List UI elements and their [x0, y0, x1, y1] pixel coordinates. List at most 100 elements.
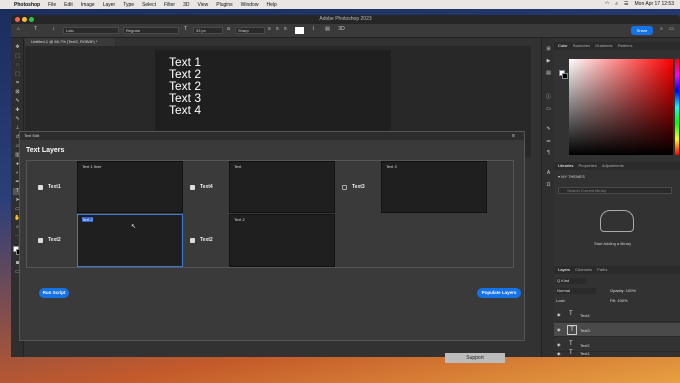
- canvas-text-line[interactable]: Text 4: [169, 104, 391, 116]
- support-label[interactable]: Support: [445, 353, 505, 363]
- eye-icon[interactable]: ◉: [557, 327, 561, 332]
- tab-gradients[interactable]: Gradients: [595, 43, 612, 48]
- layer-text-input[interactable]: Text 1 fixer: [77, 161, 183, 213]
- search-icon[interactable]: ⌕: [615, 1, 618, 7]
- color-background-swatch[interactable]: [562, 73, 568, 79]
- tab-properties[interactable]: Properties: [578, 163, 596, 168]
- layer-text-input-focused[interactable]: Text 2: [77, 214, 183, 267]
- layer-name[interactable]: Text1: [580, 351, 590, 356]
- layer-text-input[interactable]: Text 3: [381, 161, 487, 213]
- layer-checkbox[interactable]: [190, 238, 195, 243]
- menu-window[interactable]: Window: [241, 2, 259, 8]
- layer-checkbox[interactable]: [38, 185, 43, 190]
- layer-kind-filter[interactable]: Q Kind: [556, 278, 586, 284]
- eye-icon[interactable]: ◉: [557, 342, 561, 347]
- layer-row[interactable]: ◉ T Text3: [554, 323, 680, 337]
- adjustments-icon[interactable]: ⚌: [544, 138, 553, 145]
- hue-slider[interactable]: [675, 59, 679, 155]
- font-style-select[interactable]: Regular: [123, 27, 179, 34]
- tab-libraries[interactable]: Libraries: [558, 163, 573, 168]
- close-icon[interactable]: [15, 17, 20, 22]
- tab-adjustments[interactable]: Adjustments: [602, 163, 624, 168]
- zoom-icon[interactable]: [29, 17, 34, 22]
- history-icon[interactable]: ⊞: [544, 46, 553, 53]
- antialias-select[interactable]: Sharp: [235, 27, 265, 34]
- healing-brush-icon[interactable]: ✚: [13, 107, 22, 114]
- text-edit-panel-tab[interactable]: Text Edit: [20, 132, 524, 140]
- brush-settings-icon[interactable]: ✎: [544, 126, 553, 133]
- menu-filter[interactable]: Filter: [164, 2, 175, 8]
- opacity-control[interactable]: Opacity: 100%: [610, 288, 636, 293]
- menu-image[interactable]: Image: [81, 2, 95, 8]
- menu-edit[interactable]: Edit: [64, 2, 73, 8]
- fill-value[interactable]: 100%: [617, 298, 627, 303]
- minimize-icon[interactable]: [22, 17, 27, 22]
- canvas-text-line[interactable]: Text 1: [169, 56, 391, 68]
- marquee-tool-icon[interactable]: ⬚: [13, 53, 22, 60]
- eyedropper-icon[interactable]: ✎: [13, 98, 22, 105]
- glyphs-icon[interactable]: Ω: [544, 182, 553, 189]
- move-tool-icon[interactable]: ✥: [13, 44, 22, 51]
- menu-help[interactable]: Help: [266, 2, 276, 8]
- blend-mode-select[interactable]: Normal: [556, 288, 596, 294]
- warp-text-icon[interactable]: ⌇: [309, 26, 318, 33]
- library-search-input[interactable]: Search Current library: [558, 187, 672, 194]
- layer-name[interactable]: Text3: [580, 328, 590, 333]
- eye-icon[interactable]: ◉: [557, 312, 561, 317]
- info-icon[interactable]: ⓘ: [544, 94, 553, 101]
- text-color-swatch[interactable]: [295, 27, 304, 34]
- tab-patterns[interactable]: Patterns: [618, 43, 633, 48]
- menu-app[interactable]: Photoshop: [14, 2, 40, 8]
- menu-layer[interactable]: Layer: [103, 2, 116, 8]
- crop-tool-icon[interactable]: ⌗: [13, 80, 22, 87]
- menu-select[interactable]: Select: [142, 2, 156, 8]
- character-icon[interactable]: A: [544, 170, 553, 177]
- align-right-icon[interactable]: ≡: [281, 26, 290, 33]
- populate-layers-button[interactable]: Populate Layers: [477, 288, 521, 298]
- layer-checkbox[interactable]: [342, 185, 347, 190]
- layer-checkbox[interactable]: [38, 238, 43, 243]
- tab-color[interactable]: Color: [558, 43, 568, 48]
- menu-file[interactable]: File: [48, 2, 56, 8]
- wifi-icon[interactable]: ◠: [605, 1, 609, 7]
- eye-icon[interactable]: ◉: [557, 351, 561, 356]
- layer-row[interactable]: ◉ T Text1: [554, 350, 680, 357]
- font-size-select[interactable]: 33 px: [193, 27, 223, 34]
- layer-checkbox[interactable]: [190, 185, 195, 190]
- character-panel-icon[interactable]: ▤: [323, 26, 332, 33]
- layer-text-input[interactable]: Text 2: [229, 214, 335, 267]
- layer-row[interactable]: ◉ T Text4: [554, 308, 680, 322]
- artboard-icon[interactable]: ▤: [544, 70, 553, 77]
- run-script-button[interactable]: Run Script: [39, 288, 69, 298]
- orientation-icon[interactable]: ↕: [49, 26, 58, 33]
- type-tool-icon[interactable]: T: [31, 26, 40, 33]
- object-select-icon[interactable]: ⬚: [13, 71, 22, 78]
- document-tab[interactable]: Untitled-1 @ 66.7% (Text2, RGB/8*) *: [25, 38, 115, 46]
- library-name[interactable]: ▾ MY THEMES: [558, 174, 585, 179]
- clock[interactable]: Mon Apr 17 12:53: [635, 1, 674, 7]
- canvas-text-line[interactable]: Text 2: [169, 80, 391, 92]
- home-icon[interactable]: ⌂: [14, 26, 23, 33]
- tab-channels[interactable]: Channels: [575, 267, 592, 272]
- search-icon[interactable]: ⌕: [657, 26, 666, 33]
- brush-tool-icon[interactable]: ✎: [13, 116, 22, 123]
- comments-icon[interactable]: ▭: [544, 106, 553, 113]
- selected-text[interactable]: Text 2: [82, 217, 93, 222]
- 3d-icon[interactable]: 3D: [337, 26, 346, 33]
- workspace-icon[interactable]: ▭: [667, 26, 676, 33]
- opacity-value[interactable]: 100%: [626, 288, 636, 293]
- layer-text-input[interactable]: Text: [229, 161, 335, 213]
- frame-tool-icon[interactable]: ⊠: [13, 89, 22, 96]
- paragraph-icon[interactable]: ¶: [544, 150, 553, 157]
- menu-plugins[interactable]: Plugins: [216, 2, 232, 8]
- menu-type[interactable]: Type: [123, 2, 134, 8]
- canvas-text-line[interactable]: Text 2: [169, 68, 391, 80]
- menu-view[interactable]: View: [198, 2, 209, 8]
- actions-icon[interactable]: ▶: [544, 58, 553, 65]
- panel-menu-icon[interactable]: ≡: [512, 133, 515, 139]
- tab-paths[interactable]: Paths: [597, 267, 607, 272]
- control-center-icon[interactable]: ☰: [624, 1, 628, 7]
- tab-swatches[interactable]: Swatches: [573, 43, 590, 48]
- layer-name[interactable]: Text2: [580, 343, 590, 348]
- font-family-select[interactable]: Lato: [63, 27, 119, 34]
